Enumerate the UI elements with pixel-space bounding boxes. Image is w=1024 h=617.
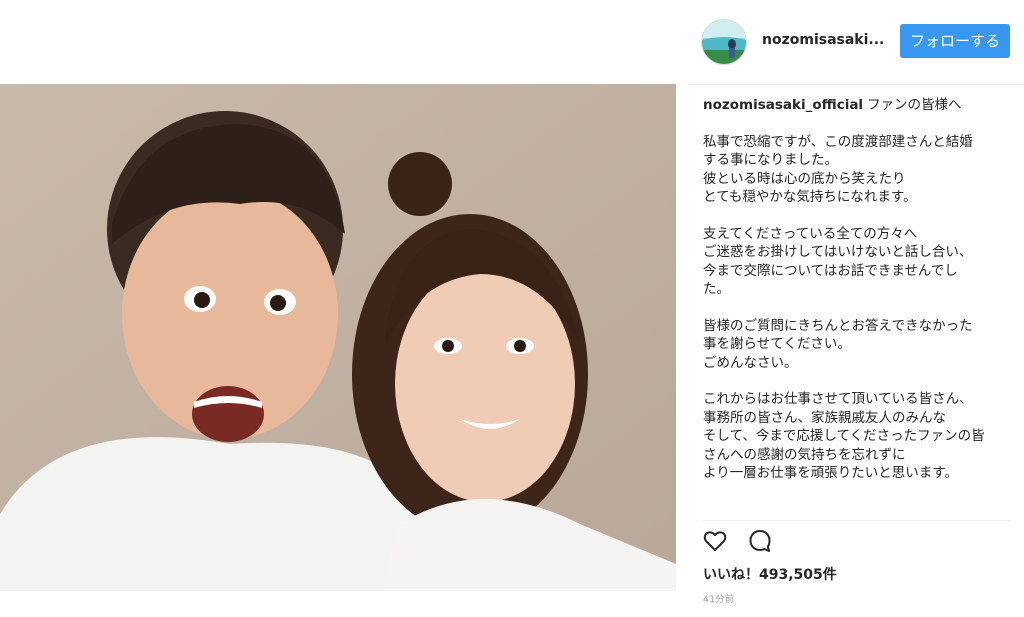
caption-username[interactable]: nozomisasaki_official: [703, 97, 863, 113]
post-header: nozomisasaki... フォローする: [689, 0, 1024, 85]
post-photo[interactable]: [0, 84, 676, 591]
post-caption: nozomisasaki_official ファンの皆様へ 私事で恐縮ですが、この…: [703, 96, 1011, 516]
post-photo-image: [0, 84, 676, 591]
actions-divider: [703, 520, 1011, 521]
caption-paragraph: これからはお仕事させて頂いている皆さん、 事務所の皆さん、家族親戚友人のみんな …: [703, 391, 985, 481]
likes-count[interactable]: いいね！493,505件: [703, 564, 837, 584]
caption-first-line: ファンの皆様へ: [867, 97, 962, 113]
comment-icon[interactable]: [747, 528, 773, 554]
caption-paragraph: 私事で恐縮ですが、この度渡部建さんと結婚 する事になりました。 彼といる時は心の…: [703, 133, 973, 206]
header-username[interactable]: nozomisasaki...: [762, 32, 884, 48]
follow-button[interactable]: フォローする: [900, 24, 1010, 58]
caption-paragraph: 皆様のご質問にきちんとお答えできなかった 事を謝らせてください。 ごめんなさい。: [703, 317, 973, 371]
avatar-image: [702, 20, 746, 64]
heart-icon[interactable]: [702, 528, 728, 554]
post-timestamp: 41分前: [703, 595, 735, 605]
caption-header: nozomisasaki_official ファンの皆様へ: [703, 96, 1011, 115]
avatar[interactable]: [702, 20, 746, 64]
caption-paragraph: 支えてくださっている全ての方々へ ご迷惑をお掛けしてはいけないと話し合い、 今ま…: [703, 225, 973, 298]
